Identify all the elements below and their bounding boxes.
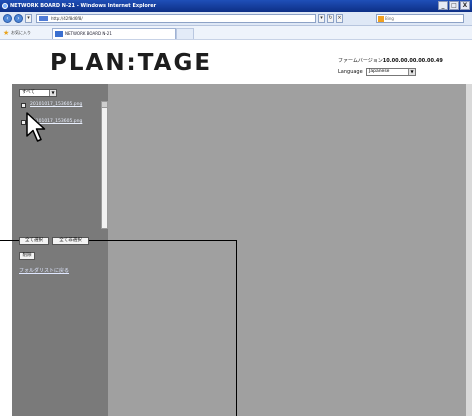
- language-select[interactable]: Japanese ▼: [366, 68, 416, 76]
- tab-title: NETWORK BOARD N-21: [65, 31, 112, 36]
- star-icon: ★: [3, 29, 10, 37]
- page-scrollbar[interactable]: [466, 84, 472, 416]
- refresh-icon[interactable]: ↻: [327, 14, 334, 23]
- chevron-down-icon: ▼: [49, 90, 56, 96]
- favorites-tab-row: ★ お気に入り NETWORK BOARD N-21: [0, 26, 472, 40]
- minimize-button[interactable]: _: [438, 1, 448, 10]
- deselect-all-button[interactable]: 全て非選択: [52, 237, 89, 245]
- address-bar: ‹ › ▾ http://42f8d6f8/ ▾ ↻ × Bing: [0, 12, 472, 26]
- search-provider-icon: [378, 16, 384, 22]
- favorites-label: お気に入り: [11, 30, 31, 35]
- select-all-button[interactable]: 全て選択: [19, 237, 49, 245]
- scrollbar-thumb[interactable]: [102, 102, 107, 108]
- list-item[interactable]: 20101017_153605.png: [19, 101, 99, 109]
- callout-line-right: [89, 240, 236, 241]
- firmware-value: 10.00.00.00.00.00.49: [382, 58, 443, 64]
- main-panel: [108, 84, 466, 416]
- firmware-version: ファームバージョン10.00.00.00.00.00.49: [338, 57, 443, 64]
- page-icon: [39, 16, 48, 21]
- window-controls: _ □ X: [438, 1, 470, 10]
- tab-page-icon: [55, 31, 63, 37]
- back-button[interactable]: ‹: [3, 14, 12, 23]
- left-frame-margin: [0, 40, 12, 416]
- delete-button[interactable]: 削除: [19, 252, 35, 260]
- recent-pages-dropdown[interactable]: ▾: [25, 14, 32, 23]
- window-title: NETWORK BOARD N-21 - Windows Internet Ex…: [10, 3, 157, 9]
- language-label: Language: [338, 69, 363, 75]
- firmware-label: ファームバージョン: [338, 58, 383, 64]
- file-filter-select[interactable]: すべて ▼: [19, 89, 57, 97]
- forward-button[interactable]: ›: [14, 14, 23, 23]
- callout-line-left: [0, 240, 19, 241]
- file-name-link[interactable]: 20101017_153605.png: [30, 101, 82, 109]
- internet-explorer-icon: [2, 3, 8, 9]
- url-dropdown-button[interactable]: ▾: [318, 14, 325, 23]
- callout-line-down: [236, 240, 237, 416]
- plantage-logo: PLAN:TAGE: [50, 50, 213, 76]
- search-placeholder: Bing: [385, 16, 394, 21]
- chevron-down-icon: ▼: [408, 69, 415, 75]
- stop-icon[interactable]: ×: [336, 14, 343, 23]
- mouse-pointer-icon: [26, 112, 46, 142]
- favorites-button[interactable]: ★ お気に入り: [3, 29, 31, 37]
- browser-title-bar: NETWORK BOARD N-21 - Windows Internet Ex…: [0, 0, 472, 12]
- tab-network-board[interactable]: NETWORK BOARD N-21: [52, 28, 176, 39]
- filter-value: すべて: [22, 90, 36, 95]
- new-tab-button[interactable]: [176, 28, 194, 39]
- page-header: PLAN:TAGE ファームバージョン10.00.00.00.00.00.49 …: [0, 40, 472, 84]
- language-value: Japanese: [369, 69, 390, 74]
- file-checkbox[interactable]: [21, 103, 26, 108]
- close-button[interactable]: X: [460, 1, 470, 10]
- url-field[interactable]: http://42f8d6f8/: [36, 14, 316, 23]
- file-list-scrollbar[interactable]: [101, 101, 108, 229]
- maximize-button[interactable]: □: [449, 1, 459, 10]
- search-input[interactable]: Bing: [376, 14, 464, 23]
- url-text: http://42f8d6f8/: [51, 16, 83, 21]
- back-to-folder-list-link[interactable]: フォルダリストに戻る: [19, 267, 69, 274]
